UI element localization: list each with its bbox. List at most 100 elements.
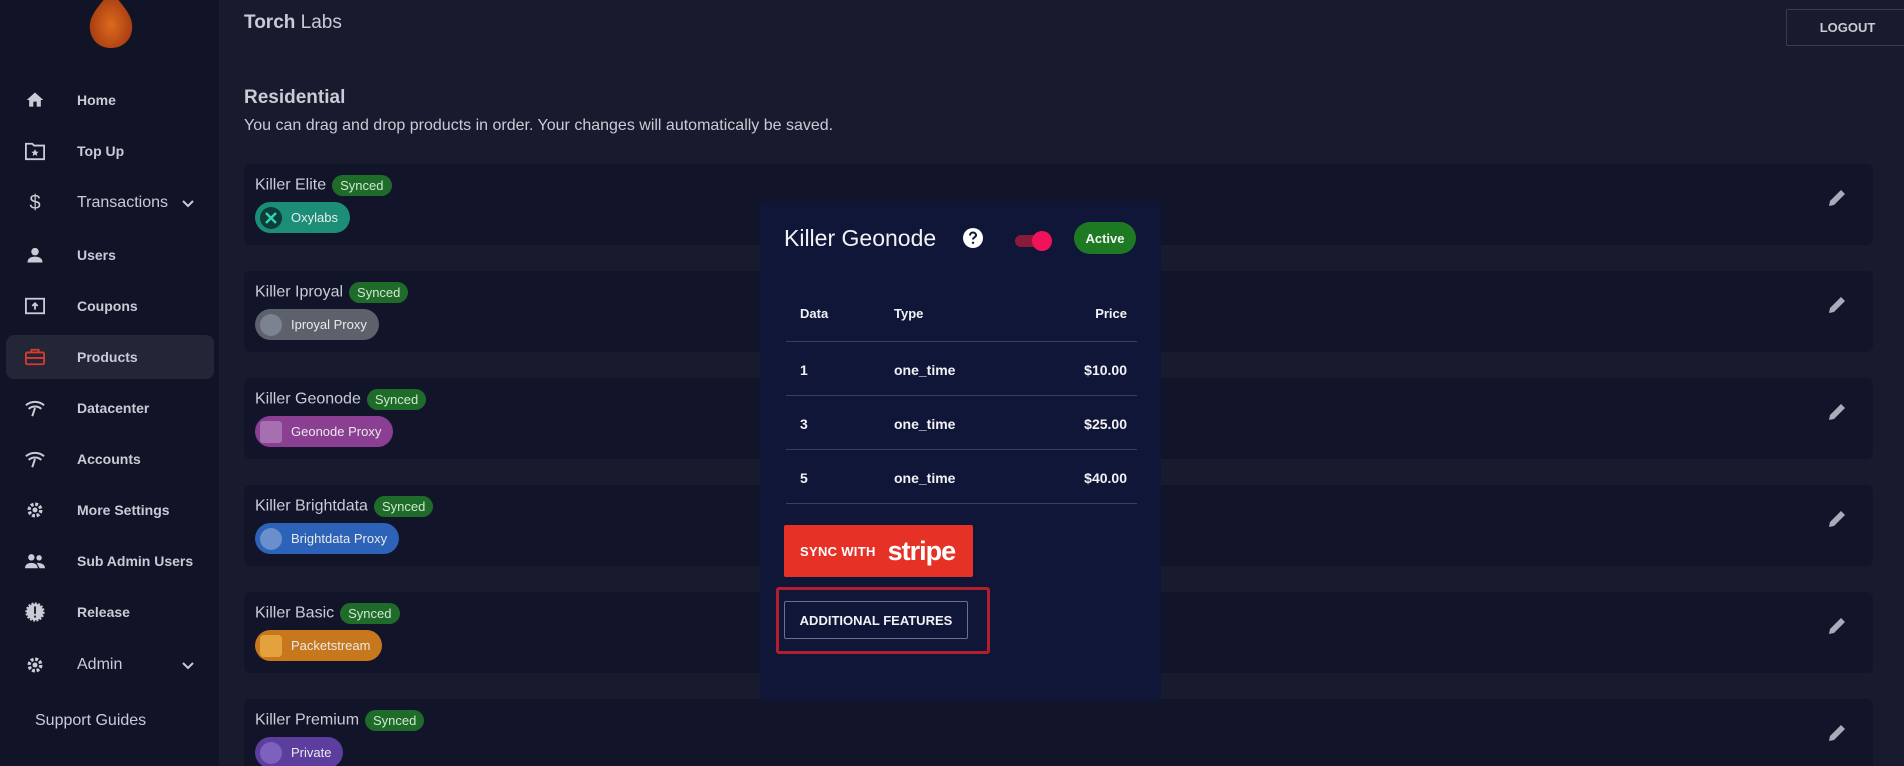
status-badge: Synced: [332, 175, 392, 196]
provider-name: Iproyal Proxy: [291, 317, 367, 332]
pencil-edit-icon[interactable]: [1825, 721, 1849, 745]
provider-badge: Private: [255, 737, 344, 766]
table-row: 3 one_time $25.00: [786, 396, 1137, 450]
private-users-icon: [260, 742, 282, 764]
modal-title: Killer Geonode: [784, 225, 937, 251]
badge-alert-icon: [22, 599, 48, 625]
sidebar-item-home[interactable]: Home: [6, 78, 214, 122]
sidebar-item-top-up[interactable]: Top Up: [6, 129, 214, 173]
home-icon: [22, 87, 48, 113]
sidebar-item-label: Users: [77, 247, 116, 263]
status-badge: Synced: [365, 710, 425, 731]
sidebar-item-label: Admin: [77, 656, 123, 673]
column-header-type: Type: [894, 306, 924, 321]
product-name-text: Killer Brightdata: [255, 497, 368, 515]
cell-type: one_time: [894, 362, 956, 378]
sidebar-item-products[interactable]: Products: [6, 335, 214, 379]
sidebar-item-datacenter[interactable]: Datacenter: [6, 386, 214, 430]
help-icon[interactable]: [962, 227, 984, 249]
product-name: Killer Iproyal Synced: [255, 282, 409, 303]
wifi-icon: [22, 446, 48, 472]
cell-price: $25.00: [1084, 416, 1127, 432]
product-card[interactable]: Killer Premium Synced Private: [244, 699, 1873, 766]
sidebar-item-more-settings[interactable]: More Settings: [6, 488, 214, 532]
product-name: Killer Premium Synced: [255, 710, 425, 731]
product-name-text: Killer Elite: [255, 176, 327, 194]
users-icon: [22, 548, 48, 574]
sidebar-item-sub-admin-users[interactable]: Sub Admin Users: [6, 539, 214, 583]
cell-data: 1: [800, 362, 808, 378]
status-badge: Synced: [340, 603, 400, 624]
product-name: Killer Geonode Synced: [255, 389, 427, 410]
table-row: 1 one_time $10.00: [786, 342, 1137, 396]
sidebar-item-label: Sub Admin Users: [77, 553, 194, 569]
sidebar-item-label: Accounts: [77, 451, 141, 467]
provider-badge: Geonode Proxy: [255, 416, 394, 447]
section-subtitle: You can drag and drop products in order.…: [244, 117, 834, 134]
sidebar-item-users[interactable]: Users: [6, 233, 214, 277]
sidebar-item-release[interactable]: Release: [6, 590, 214, 634]
folder-star-icon: [22, 138, 48, 164]
product-name: Killer Basic Synced: [255, 603, 400, 624]
toggle-knob: [1032, 231, 1052, 251]
status-badge: Synced: [373, 496, 434, 517]
status-badge: Synced: [366, 389, 427, 410]
pencil-edit-icon[interactable]: [1825, 507, 1849, 531]
table-row: 5 one_time $40.00: [786, 450, 1137, 504]
cell-type: one_time: [894, 470, 956, 486]
product-name: Killer Brightdata Synced: [255, 496, 434, 517]
additional-features-button[interactable]: ADDITIONAL FEATURES: [784, 601, 968, 639]
brand-bold: Torch: [244, 12, 296, 33]
dollar-icon: $: [29, 191, 41, 214]
product-name-text: Killer Premium: [255, 711, 360, 729]
geonode-logo-icon: [260, 421, 282, 443]
provider-name: Oxylabs: [291, 210, 338, 225]
cell-data: 3: [800, 416, 808, 432]
sync-prefix: SYNC WITH: [800, 543, 876, 559]
provider-name: Private: [291, 745, 332, 760]
sidebar-item-label: Products: [77, 349, 138, 365]
product-name-text: Killer Iproyal: [255, 283, 344, 301]
gear-icon: [22, 652, 48, 678]
provider-badge: Packetstream: [255, 630, 383, 661]
wifi-icon: [22, 395, 48, 421]
sidebar-item-label: Datacenter: [77, 400, 150, 416]
sync-with-stripe-button[interactable]: SYNC WITH stripe: [784, 525, 973, 577]
sidebar-item-transactions[interactable]: $ Transactions: [6, 181, 214, 225]
sidebar-item-label: More Settings: [77, 502, 170, 518]
sidebar-item-label: Release: [77, 604, 130, 620]
pencil-edit-icon[interactable]: [1825, 186, 1849, 210]
pencil-edit-icon[interactable]: [1825, 293, 1849, 317]
provider-name: Brightdata Proxy: [291, 531, 388, 546]
product-name-text: Killer Basic: [255, 604, 335, 622]
stripe-wordmark: stripe: [887, 535, 957, 566]
pencil-edit-icon[interactable]: [1825, 614, 1849, 638]
active-toggle[interactable]: [1013, 230, 1053, 251]
column-header-data: Data: [800, 306, 829, 321]
packetstream-logo-icon: [260, 635, 282, 657]
sidebar-item-label: Top Up: [77, 143, 125, 159]
chevron-down-icon: [182, 662, 194, 670]
column-header-price: Price: [1095, 306, 1127, 321]
provider-badge: Iproyal Proxy: [255, 309, 379, 340]
brand-rest: Labs: [295, 12, 342, 33]
logout-button[interactable]: LOGOUT: [1786, 9, 1904, 46]
sidebar-item-admin[interactable]: Admin: [6, 643, 214, 687]
brand-title: Torch Labs: [244, 12, 342, 34]
support-guides-link[interactable]: Support Guides: [35, 712, 146, 730]
provider-name: Packetstream: [291, 638, 371, 653]
sidebar-item-label: Transactions: [77, 194, 168, 211]
sidebar-item-coupons[interactable]: Coupons: [6, 284, 214, 328]
product-name: Killer Elite Synced: [255, 175, 392, 196]
section-title: Residential: [244, 87, 346, 108]
status-badge: Active: [1074, 222, 1136, 254]
brightdata-logo-icon: [260, 528, 282, 550]
provider-name: Geonode Proxy: [291, 424, 382, 439]
cell-type: one_time: [894, 416, 956, 432]
chevron-down-icon: [182, 200, 194, 208]
cell-price: $40.00: [1084, 470, 1127, 486]
pencil-edit-icon[interactable]: [1825, 400, 1849, 424]
sidebar-item-accounts[interactable]: Accounts: [6, 437, 214, 481]
flame-logo-icon: [89, 0, 133, 48]
cell-price: $10.00: [1084, 362, 1127, 378]
